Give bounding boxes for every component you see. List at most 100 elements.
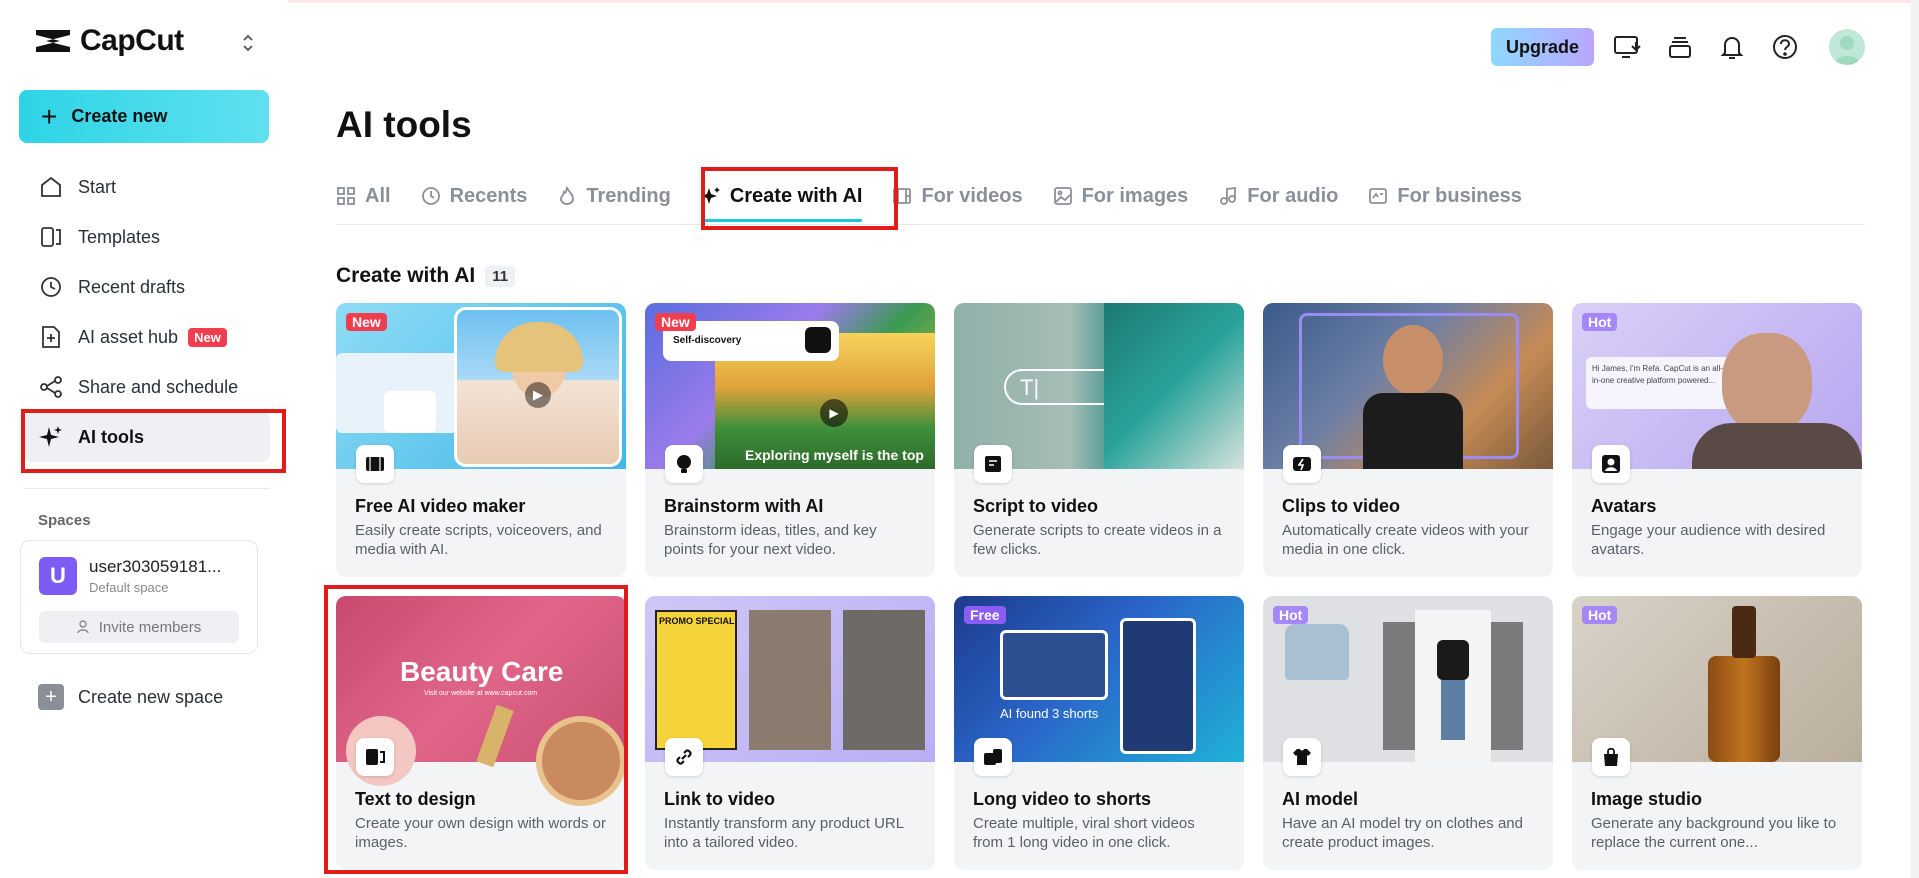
promo-panel: PROMO SPECIAL (655, 610, 737, 750)
lightbulb-icon (677, 455, 691, 473)
sidebar-item-ai-asset-hub[interactable]: AI asset hub New (24, 312, 270, 362)
tool-card-free-ai-video-maker[interactable]: ▶ New Free AI video maker Easily create … (336, 303, 626, 577)
tab-for-audio[interactable]: For audio (1218, 176, 1338, 216)
clock-icon (421, 187, 440, 205)
highlight-box-ai-tools (21, 409, 286, 473)
tab-for-business[interactable]: For business (1368, 176, 1522, 216)
thumbnail-mini (384, 391, 436, 433)
tab-for-videos[interactable]: For videos (892, 176, 1023, 216)
card-tool-icon (1592, 738, 1630, 776)
music-icon (1220, 186, 1237, 205)
layers-icon (1669, 37, 1691, 58)
capcut-logo[interactable]: CapCut (34, 24, 184, 58)
desktop-download-icon (1614, 36, 1641, 58)
card-title: Long video to shorts (973, 789, 1151, 809)
page-title: AI tools (336, 104, 472, 145)
tab-for-images[interactable]: For images (1053, 176, 1188, 216)
shorts-icon (984, 749, 1002, 765)
add-user-icon (77, 620, 89, 634)
tab-label: Trending (586, 184, 671, 207)
sidebar-item-label: Start (78, 176, 117, 197)
share-icon (40, 376, 62, 398)
bell-icon (1720, 36, 1744, 59)
card-badge: Free (964, 606, 1006, 624)
card-title: Image studio (1591, 789, 1703, 809)
space-name: user303059181... (89, 557, 222, 576)
space-avatar: U (39, 557, 77, 595)
model-top (1437, 640, 1469, 680)
tab-label: For videos (921, 184, 1023, 207)
sidebar-item-start[interactable]: Start (24, 162, 270, 212)
highlight-box-text-to-design (324, 585, 628, 874)
card-tool-icon (665, 738, 703, 776)
chevron-updown-icon[interactable] (240, 32, 256, 54)
asset-hub-icon (42, 326, 60, 348)
card-tool-icon (1283, 445, 1321, 483)
avatar[interactable] (1829, 29, 1865, 65)
face-shape (1722, 333, 1812, 433)
tool-card-long-video-to-shorts[interactable]: AI found 3 shorts Free Long video to sho… (954, 596, 1244, 870)
create-new-label: Create new (71, 106, 168, 126)
link-icon (676, 749, 692, 765)
thumbnail-caption: Exploring myself is the top (745, 447, 924, 463)
space-card[interactable]: U user303059181... Default space Invite … (20, 540, 258, 654)
create-new-space-button[interactable]: + Create new space (38, 684, 223, 710)
image-icon (1053, 187, 1072, 205)
sidebar-item-label: Share and schedule (78, 376, 239, 397)
dropper-shape (1732, 606, 1756, 658)
bottle-shape (1708, 656, 1780, 762)
tab-trending[interactable]: Trending (557, 176, 671, 216)
invite-members-label: Invite members (98, 618, 202, 636)
tshirt-shape (1285, 624, 1349, 680)
speech-card: Hi James, I'm Refa. CapCut is an all-in-… (1586, 357, 1736, 409)
card-badge: Hot (1582, 313, 1618, 331)
app-name: CapCut (80, 24, 184, 57)
tool-card-image-studio[interactable]: Hot Image studio Generate any background… (1572, 596, 1862, 870)
tool-card-avatars[interactable]: Hi James, I'm Refa. CapCut is an all-in-… (1572, 303, 1862, 577)
card-title: Clips to video (1282, 496, 1401, 516)
clock-icon (41, 277, 61, 297)
tab-label: For business (1397, 184, 1522, 207)
section-count: 11 (485, 265, 516, 287)
highlight-box-create-with-ai (701, 167, 898, 230)
card-title: Brainstorm with AI (664, 496, 824, 516)
thumbnail-caption: AI found 3 shorts (1000, 706, 1099, 721)
templates-icon (41, 227, 61, 247)
tool-card-link-to-video[interactable]: PROMO SPECIAL Link to video Instantly tr… (645, 596, 935, 870)
help-icon (1773, 35, 1797, 59)
card-tool-icon (974, 445, 1012, 483)
card-tool-icon (974, 738, 1012, 776)
card-description: Create multiple, viral short videos from… (973, 815, 1195, 851)
create-new-button[interactable]: + Create new (19, 90, 269, 143)
tool-card-script-to-video[interactable]: T| Script to video Generate scripts to c… (954, 303, 1244, 577)
model-photo-1 (749, 610, 831, 750)
tool-card-ai-model[interactable]: Hot AI model Have an AI model try on clo… (1263, 596, 1553, 870)
scrollbar[interactable] (1911, 0, 1919, 878)
sidebar-item-templates[interactable]: Templates (24, 212, 270, 262)
card-title: Link to video (664, 789, 776, 809)
plus-icon: + (41, 100, 58, 132)
text-input-mock: T| (1004, 369, 1104, 405)
desktop-download-button[interactable] (1612, 32, 1642, 62)
invite-members-button[interactable]: Invite members (39, 611, 239, 643)
capcut-logo-icon (36, 30, 70, 52)
notifications-button[interactable] (1717, 32, 1747, 62)
grid-icon (337, 187, 355, 205)
card-tool-icon (1283, 738, 1321, 776)
tab-recents[interactable]: Recents (421, 176, 527, 216)
help-button[interactable] (1770, 32, 1800, 62)
tool-card-brainstorm-with-ai[interactable]: Self-discovery ▶ Exploring myself is the… (645, 303, 935, 577)
layers-button[interactable] (1665, 32, 1695, 62)
sidebar-item-recent-drafts[interactable]: Recent drafts (24, 262, 270, 312)
sidebar-item-label: AI asset hub (78, 326, 179, 347)
sidebar-item-share-schedule[interactable]: Share and schedule (24, 362, 270, 412)
upgrade-button[interactable]: Upgrade (1491, 28, 1594, 66)
sidebar-divider (24, 488, 270, 489)
card-tool-icon (1592, 445, 1630, 483)
tool-card-clips-to-video[interactable]: Clips to video Automatically create vide… (1263, 303, 1553, 577)
tab-all[interactable]: All (336, 176, 391, 216)
tab-label: For audio (1247, 184, 1339, 207)
face-shape (1383, 325, 1443, 395)
clips-icon (1293, 457, 1311, 471)
user-avatar-icon (1833, 36, 1861, 65)
